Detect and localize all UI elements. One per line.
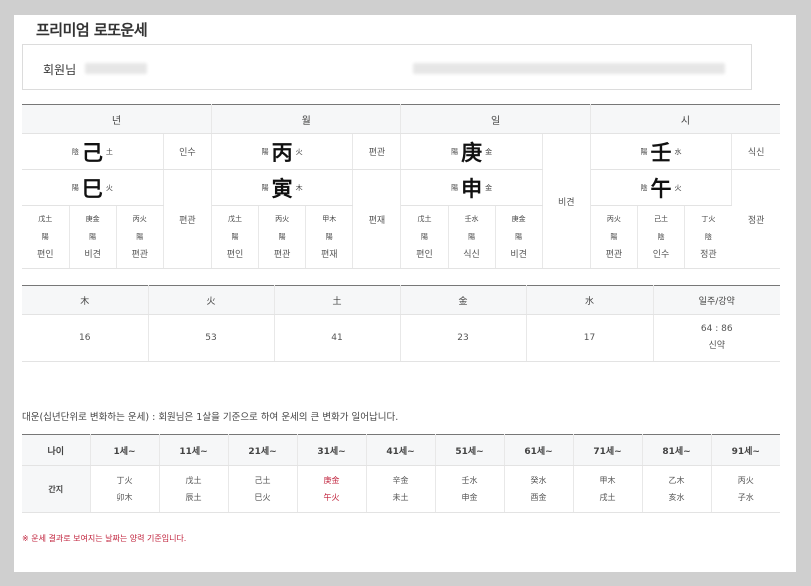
hidden-stems-row: 戊土陽 편인 庚金陽 비견 丙火陽 편관 戊土陽 편인 丙火陽 편관 甲木陽 편재 戊土陽 편… [22,205,780,269]
five-elements-table: 木 火 土 金 水 일주/강약 16 53 41 23 17 64 : 86 신… [22,285,780,362]
age-cell: 61세~ [504,434,574,466]
branch-year: 陽巳火 [22,169,164,206]
ganji-cell: 戊土 辰土 [159,465,229,513]
fortune-page: 프리미엄 로또운세 회원님 년 월 일 시 陰己土 인수 陽丙火 편관 陽 庚 … [14,15,796,572]
stem-day: 陽庚金 [400,133,543,170]
element-value-wood: 16 [22,314,149,362]
age-cell: 11세~ [159,434,229,466]
age-cell: 41세~ [366,434,436,466]
age-label: 나이 [22,434,91,466]
strength-label: 신약 [708,341,726,351]
age-cell: 71세~ [573,434,643,466]
hidden-stem: 戊土陽 편인 [400,205,449,269]
stem-relation-month: 편관 [352,133,402,170]
age-cell: 31세~ [297,434,367,466]
member-detail-redacted [413,63,725,74]
saju-table: 년 월 일 시 陰己土 인수 陽丙火 편관 陽庚金 비견 陽壬水 식신 陽 巳 … [22,104,780,269]
member-label: 회원님 [43,63,77,77]
element-header-metal: 金 [400,285,527,315]
hidden-stem: 丙火陽 편관 [116,205,164,269]
ganji-cell: 甲木 戌土 [573,465,643,513]
pillar-header-row: 년 월 일 시 [22,104,780,134]
stem-relation-hour: 식신 [731,133,780,170]
stem-month: 陽丙火 [211,133,354,170]
ganji-cell: 癸水 酉金 [504,465,574,513]
hidden-stem: 己土陰 인수 [637,205,686,269]
branch-relation-month: 편재 [352,169,402,269]
pillar-header-hour: 시 [590,104,780,134]
pillar-header-day: 일 [400,104,591,134]
hidden-stem: 丙火陽 편관 [258,205,307,269]
daeun-table: 나이 1세~ 11세~ 21세~ 31세~ 41세~ 51세~ 61세~ 71세… [22,434,780,513]
hidden-stem: 丁火陰 정관 [684,205,732,269]
ganji-cell: 壬水 申金 [435,465,505,513]
element-header-wood: 木 [22,285,149,315]
stem-relation-year: 인수 [163,133,212,170]
ganji-cell: 乙木 亥水 [642,465,712,513]
hidden-stem: 壬水陽 식신 [448,205,496,269]
ganji-cell: 丙火 子水 [711,465,780,513]
element-value-earth: 41 [274,314,401,362]
branch-month: 陽寅木 [211,169,354,206]
strength-ratio: 64 : 86 [700,324,733,334]
ganji-cell-current: 庚金 午火 [297,465,367,513]
ganji-cell: 辛金 未土 [366,465,436,513]
branch-relation-day: 비견 [542,133,591,269]
stem-hour: 陽壬水 [590,133,733,170]
age-cell: 91세~ [711,434,780,466]
element-header-water: 水 [526,285,654,315]
elements-header-row: 木 火 土 金 水 일주/강약 [22,285,780,315]
pillar-header-month: 월 [211,104,402,134]
strength-cell: 64 : 86 신약 [653,314,780,362]
member-name-redacted [85,63,147,74]
age-cell: 51세~ [435,434,505,466]
daeun-description: 대운(십년단위로 변화하는 운세) : 회원님은 1살을 기준으로 하여 운세의… [22,412,399,423]
age-cell: 81세~ [642,434,712,466]
solar-date-note: ※ 운세 결과로 보여지는 날짜는 양력 기준입니다. [22,534,187,543]
daeun-ganji-row: 간지 丁火 卯木 戊土 辰土 己土 巳火 庚金 午火 辛金 未土 壬水 申金 癸水 酉金 甲木… [22,465,780,513]
branch-day: 陽申金 [400,169,543,206]
page-title: 프리미엄 로또운세 [36,21,148,39]
stem-row: 陰己土 인수 陽丙火 편관 陽庚金 비견 陽壬水 식신 [22,133,780,269]
ganji-cell: 丁火 卯木 [90,465,160,513]
daeun-age-row: 나이 1세~ 11세~ 21세~ 31세~ 41세~ 51세~ 61세~ 71세… [22,434,780,466]
branch-hour: 陰午火 [590,169,733,206]
hidden-stem: 戊土陽 편인 [22,205,70,269]
branch-relation-year: 편관 [163,169,212,269]
element-header-strength: 일주/강약 [653,285,780,315]
element-header-earth: 土 [274,285,401,315]
hidden-stem: 戊土陽 편인 [211,205,260,269]
age-cell: 21세~ [228,434,298,466]
member-info-box: 회원님 [22,44,752,90]
ganji-cell: 己土 巳火 [228,465,298,513]
element-header-fire: 火 [148,285,275,315]
branch-relation-hour: 정관 [731,169,780,269]
hidden-stem: 甲木陽 편재 [305,205,354,269]
element-value-fire: 53 [148,314,275,362]
element-value-metal: 23 [400,314,527,362]
hidden-stem: 丙火陽 편관 [590,205,638,269]
age-cell: 1세~ [90,434,160,466]
branch-row: 陽巳火 편관 陽寅木 편재 陽申金 陰午火 정관 [22,169,780,269]
hidden-stem: 庚金陽 비견 [495,205,543,269]
ganji-label: 간지 [22,465,91,513]
stem-year: 陰己土 [22,133,164,170]
element-value-water: 17 [526,314,654,362]
hidden-stem: 庚金陽 비견 [69,205,117,269]
elements-value-row: 16 53 41 23 17 64 : 86 신약 [22,314,780,362]
pillar-header-year: 년 [22,104,212,134]
